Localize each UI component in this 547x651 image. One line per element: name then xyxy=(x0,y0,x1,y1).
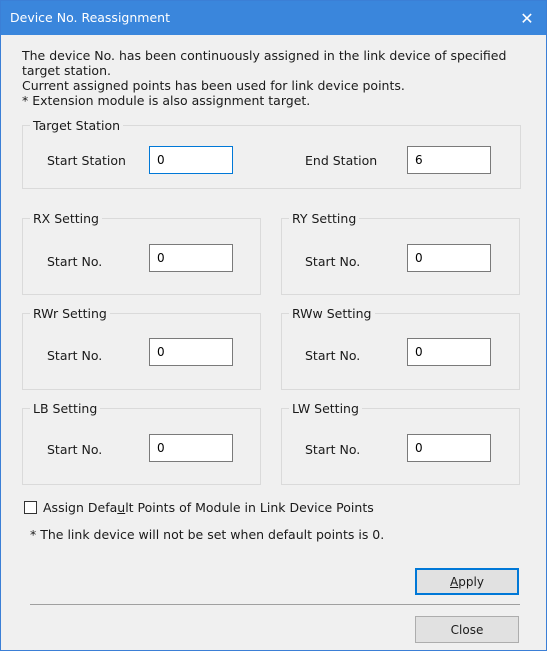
description-line: * Extension module is also assignment ta… xyxy=(22,93,311,108)
description-line: The device No. has been continuously ass… xyxy=(22,48,507,63)
rx-start-no-input[interactable] xyxy=(149,244,233,272)
lb-setting-legend: LB Setting xyxy=(33,401,98,416)
assign-default-points-checkbox[interactable] xyxy=(24,501,37,514)
start-station-input[interactable] xyxy=(149,146,233,174)
lw-start-no-input[interactable] xyxy=(407,434,491,462)
rwr-setting-legend: RWr Setting xyxy=(33,306,107,321)
label-text: lt Points of Module in Link Device Point… xyxy=(125,500,374,515)
rww-start-no-input[interactable] xyxy=(407,338,491,366)
assign-default-points-option[interactable]: Assign Default Points of Module in Link … xyxy=(24,500,374,515)
label-text: Assign Defa xyxy=(43,500,118,515)
apply-button[interactable]: Apply xyxy=(415,568,519,595)
close-icon[interactable]: ✕ xyxy=(516,7,538,29)
rwr-start-no-input[interactable] xyxy=(149,338,233,366)
end-station-input[interactable] xyxy=(407,146,491,174)
rww-setting-legend: RWw Setting xyxy=(292,306,372,321)
lb-start-no-label: Start No. xyxy=(47,442,103,457)
rx-start-no-label: Start No. xyxy=(47,254,103,269)
ry-start-no-label: Start No. xyxy=(305,254,361,269)
ry-setting-legend: RY Setting xyxy=(292,211,357,226)
description-text: The device No. has been continuously ass… xyxy=(22,48,506,108)
separator xyxy=(30,604,520,605)
default-points-note: * The link device will not be set when d… xyxy=(30,527,385,542)
lw-start-no-label: Start No. xyxy=(305,442,361,457)
assign-default-points-label: Assign Default Points of Module in Link … xyxy=(43,500,374,515)
lb-start-no-input[interactable] xyxy=(149,434,233,462)
close-button[interactable]: Close xyxy=(415,616,519,643)
device-reassignment-dialog: Device No. Reassignment ✕ The device No.… xyxy=(0,0,547,651)
end-station-label: End Station xyxy=(305,153,378,168)
ry-start-no-input[interactable] xyxy=(407,244,491,272)
rww-start-no-label: Start No. xyxy=(305,348,361,363)
description-line: target station. xyxy=(22,63,111,78)
apply-mnemonic: A xyxy=(450,574,459,589)
target-station-legend: Target Station xyxy=(33,118,121,133)
lw-setting-legend: LW Setting xyxy=(292,401,359,416)
window-title: Device No. Reassignment xyxy=(10,10,170,25)
rx-setting-legend: RX Setting xyxy=(33,211,99,226)
description-line: Current assigned points has been used fo… xyxy=(22,78,405,93)
start-station-label: Start Station xyxy=(47,153,126,168)
rwr-start-no-label: Start No. xyxy=(47,348,103,363)
label-mnemonic: u xyxy=(117,500,126,515)
apply-label: pply xyxy=(458,574,484,589)
title-bar[interactable]: Device No. Reassignment ✕ xyxy=(1,1,546,35)
